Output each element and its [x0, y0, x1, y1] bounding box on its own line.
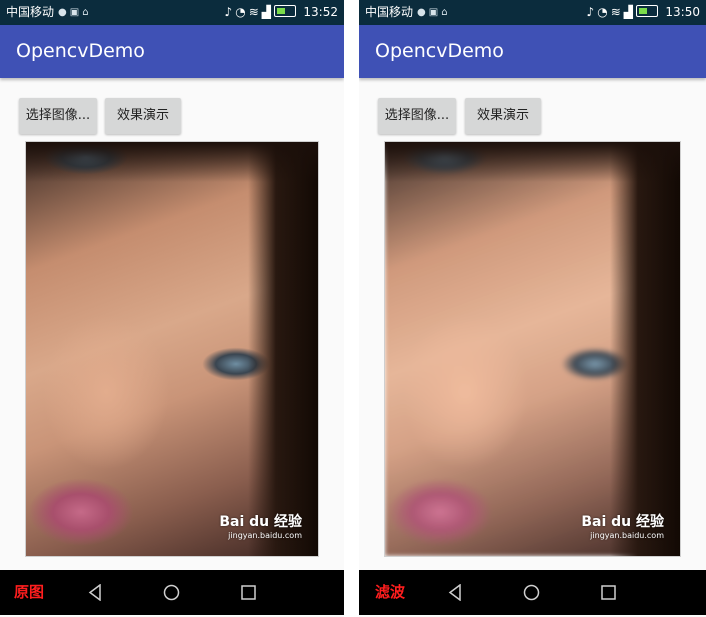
- alarm-icon: ◔: [597, 5, 611, 19]
- carrier-name: 中国移动: [6, 5, 55, 19]
- navigation-bar: 滤波: [359, 570, 706, 615]
- app-bar: OpencvDemo: [0, 25, 344, 78]
- caption-label: 滤波: [375, 583, 406, 601]
- battery-icon: [636, 5, 658, 17]
- app-bar: OpencvDemo: [359, 25, 706, 78]
- status-bar: 中国移动 ●▣⌂ ♪◔≋▟ 13:52: [0, 0, 344, 25]
- original-image: Bai du 经验 jingyan.baidu.com: [25, 141, 319, 557]
- home-icon[interactable]: [523, 584, 540, 601]
- select-image-button[interactable]: 选择图像...: [378, 98, 456, 134]
- clock: 13:52: [303, 5, 338, 19]
- battery-icon: [274, 5, 296, 17]
- demo-button[interactable]: 效果演示: [465, 98, 541, 134]
- android-icon: ⌂: [82, 7, 92, 18]
- signal-icon: ▟: [623, 5, 636, 19]
- mute-icon: ♪: [224, 5, 236, 19]
- select-image-button[interactable]: 选择图像...: [19, 98, 97, 134]
- clock: 13:50: [665, 5, 700, 19]
- wifi-icon: ≋: [248, 5, 262, 19]
- wifi-icon: ≋: [610, 5, 624, 19]
- system-icons: ♪◔≋▟: [225, 0, 296, 25]
- wechat-icon: ●: [58, 7, 70, 18]
- notification-icons: ●▣⌂: [58, 0, 92, 25]
- back-icon[interactable]: [447, 584, 464, 601]
- mute-icon: ♪: [586, 5, 598, 19]
- demo-button[interactable]: 效果演示: [105, 98, 181, 134]
- baidu-watermark: Bai du 经验 jingyan.baidu.com: [219, 514, 302, 540]
- left-screen: 中国移动 ●▣⌂ ♪◔≋▟ 13:52 OpencvDemo 选择图像... 效…: [0, 0, 344, 617]
- baidu-watermark: Bai du 经验 jingyan.baidu.com: [581, 514, 664, 540]
- app-title: OpencvDemo: [375, 40, 504, 62]
- carrier-name: 中国移动: [365, 5, 414, 19]
- right-screen: 中国移动 ●▣⌂ ♪◔≋▟ 13:50 OpencvDemo 选择图像... 效…: [359, 0, 706, 617]
- signal-icon: ▟: [261, 5, 274, 19]
- notification-icons: ●▣⌂: [417, 0, 451, 25]
- recents-icon[interactable]: [600, 584, 617, 601]
- back-icon[interactable]: [87, 584, 104, 601]
- caption-label: 原图: [14, 583, 45, 601]
- status-bar: 中国移动 ●▣⌂ ♪◔≋▟ 13:50: [359, 0, 706, 25]
- android-icon: ⌂: [441, 7, 451, 18]
- filtered-image: Bai du 经验 jingyan.baidu.com: [384, 141, 681, 557]
- wechat-icon: ●: [417, 7, 429, 18]
- mail-icon: ▣: [69, 7, 83, 18]
- home-icon[interactable]: [163, 584, 180, 601]
- mail-icon: ▣: [428, 7, 442, 18]
- recents-icon[interactable]: [240, 584, 257, 601]
- system-icons: ♪◔≋▟: [587, 0, 658, 25]
- app-title: OpencvDemo: [16, 40, 145, 62]
- navigation-bar: 原图: [0, 570, 344, 615]
- alarm-icon: ◔: [235, 5, 249, 19]
